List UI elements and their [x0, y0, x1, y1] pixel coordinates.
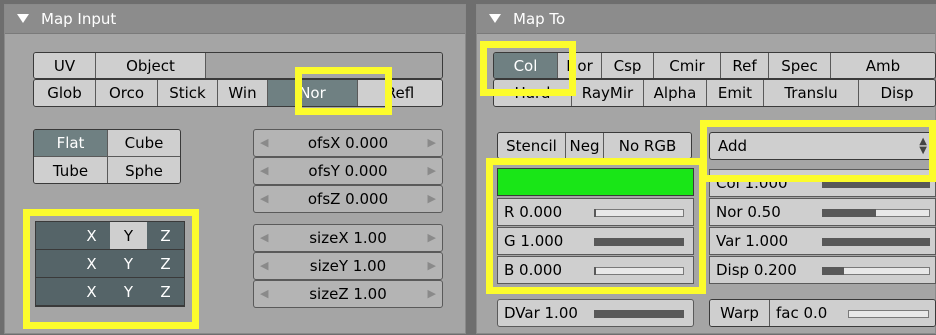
ref-button[interactable]: Ref — [721, 53, 769, 78]
g-slider-fill — [594, 238, 684, 246]
axis-empty-3[interactable] — [36, 278, 74, 306]
raymir-button[interactable]: RayMir — [572, 80, 644, 106]
refl-button[interactable]: Refl — [358, 80, 442, 106]
collapse-triangle-icon[interactable] — [489, 14, 501, 23]
axis-z-2[interactable]: Z — [147, 250, 185, 278]
disp-factor-slider[interactable]: Disp 0.200 — [709, 256, 936, 284]
emit-button[interactable]: Emit — [707, 80, 764, 106]
csp-button[interactable]: Csp — [602, 53, 654, 78]
mapto-row-1: Col Nor Csp Cmir Ref Spec Amb — [493, 52, 936, 79]
var-factor-slider[interactable]: Var 1.000 — [709, 227, 936, 255]
win-button[interactable]: Win — [218, 80, 268, 106]
stick-button[interactable]: Stick — [158, 80, 218, 106]
axis-z-1[interactable]: Z — [147, 222, 185, 250]
sizex-field[interactable]: ◀ sizeX 1.00 ▶ — [253, 224, 443, 252]
axis-empty-2[interactable] — [36, 250, 74, 278]
nor-mapto-button[interactable]: Nor — [558, 53, 602, 78]
flat-button[interactable]: Flat — [34, 130, 108, 156]
stencil-row: Stencil Neg No RGB — [497, 132, 692, 159]
cmir-button[interactable]: Cmir — [654, 53, 721, 78]
arrow-right-icon[interactable]: ▶ — [428, 136, 436, 149]
axis-y-3[interactable]: Y — [110, 278, 148, 306]
sizey-field[interactable]: ◀ sizeY 1.00 ▶ — [253, 252, 443, 280]
sizez-field[interactable]: ◀ sizeZ 1.00 ▶ — [253, 280, 443, 308]
r-slider-track — [594, 209, 684, 217]
disp-button[interactable]: Disp — [859, 80, 935, 106]
sphe-button[interactable]: Sphe — [108, 157, 180, 183]
amb-button[interactable]: Amb — [831, 53, 935, 78]
dvar-slider[interactable]: DVar 1.00 — [497, 299, 694, 327]
stencil-button[interactable]: Stencil — [498, 133, 566, 158]
object-name-field[interactable] — [206, 53, 442, 78]
alpha-button[interactable]: Alpha — [644, 80, 707, 106]
warp-row: Warp fac 0.0 — [709, 299, 936, 327]
warp-fac-track — [848, 310, 929, 318]
arrow-right-icon[interactable]: ▶ — [428, 231, 436, 244]
uv-button[interactable]: UV — [34, 53, 96, 78]
no-rgb-button[interactable]: No RGB — [604, 133, 691, 158]
blend-mode-value: Add — [718, 137, 748, 155]
axis-z-3[interactable]: Z — [147, 278, 185, 306]
nor-factor-fill — [822, 209, 876, 217]
r-slider[interactable]: R 0.000 — [497, 198, 694, 226]
nor-button[interactable]: Nor — [268, 80, 358, 106]
axis-x-2[interactable]: X — [73, 250, 111, 278]
object-button[interactable]: Object — [96, 53, 206, 78]
spec-button[interactable]: Spec — [769, 53, 831, 78]
r-slider-fill — [594, 209, 596, 217]
orco-button[interactable]: Orco — [96, 80, 158, 106]
arrow-left-icon[interactable]: ◀ — [260, 164, 268, 177]
tube-button[interactable]: Tube — [34, 157, 108, 183]
axis-empty-1[interactable] — [36, 222, 74, 250]
map-input-title: Map Input — [41, 10, 117, 28]
b-slider-track — [594, 267, 684, 275]
g-slider[interactable]: G 1.000 — [497, 227, 694, 255]
arrow-right-icon[interactable]: ▶ — [428, 259, 436, 272]
axis-x-1[interactable]: X — [73, 222, 111, 250]
texco-row-2: Glob Orco Stick Win Nor Refl — [33, 79, 443, 107]
disp-factor-fill — [822, 267, 844, 275]
ofsz-field[interactable]: ◀ ofsZ 0.000 ▶ — [253, 185, 443, 213]
b-slider[interactable]: B 0.000 — [497, 256, 694, 284]
mapto-row-2: Hard RayMir Alpha Emit Translu Disp — [493, 79, 936, 107]
col-factor-fill — [822, 180, 930, 188]
col-button[interactable]: Col — [494, 53, 558, 78]
axis-y-2[interactable]: Y — [110, 250, 148, 278]
var-factor-fill — [822, 238, 930, 246]
arrow-left-icon[interactable]: ◀ — [260, 287, 268, 300]
projection-group: Flat Cube Tube Sphe — [33, 129, 181, 184]
arrow-left-icon[interactable]: ◀ — [260, 136, 268, 149]
map-to-title: Map To — [513, 10, 566, 28]
glob-button[interactable]: Glob — [34, 80, 96, 106]
ofsy-field[interactable]: ◀ ofsY 0.000 ▶ — [253, 157, 443, 185]
warp-fac-slider[interactable]: fac 0.0 — [770, 300, 935, 326]
collapse-triangle-icon[interactable] — [17, 14, 29, 23]
axis-y-1[interactable]: Y — [110, 222, 148, 250]
map-input-header[interactable]: Map Input — [5, 5, 465, 34]
map-to-header[interactable]: Map To — [477, 5, 935, 34]
arrow-left-icon[interactable]: ◀ — [260, 259, 268, 272]
texco-row-1: UV Object — [33, 52, 443, 79]
hard-button[interactable]: Hard — [494, 80, 572, 106]
col-factor-slider[interactable]: Col 1.000 — [709, 169, 936, 197]
arrow-right-icon[interactable]: ▶ — [428, 164, 436, 177]
blend-mode-dropdown[interactable]: Add ▲ ▼ — [709, 132, 936, 160]
neg-button[interactable]: Neg — [566, 133, 604, 158]
b-slider-fill — [594, 267, 596, 275]
cube-button[interactable]: Cube — [108, 130, 180, 156]
warp-button[interactable]: Warp — [710, 300, 770, 326]
dvar-slider-fill — [594, 310, 684, 318]
axis-x-3[interactable]: X — [73, 278, 111, 306]
ofsx-field[interactable]: ◀ ofsX 0.000 ▶ — [253, 129, 443, 157]
arrow-right-icon[interactable]: ▶ — [428, 287, 436, 300]
arrow-right-icon[interactable]: ▶ — [428, 192, 436, 205]
dropdown-arrows-icon: ▲ ▼ — [919, 136, 927, 156]
arrow-left-icon[interactable]: ◀ — [260, 231, 268, 244]
xyz-mapping-grid: X Y Z X Y Z X Y Z — [35, 221, 185, 307]
nor-factor-slider[interactable]: Nor 0.50 — [709, 198, 936, 226]
arrow-left-icon[interactable]: ◀ — [260, 192, 268, 205]
translu-button[interactable]: Translu — [764, 80, 859, 106]
color-swatch[interactable] — [497, 168, 694, 196]
